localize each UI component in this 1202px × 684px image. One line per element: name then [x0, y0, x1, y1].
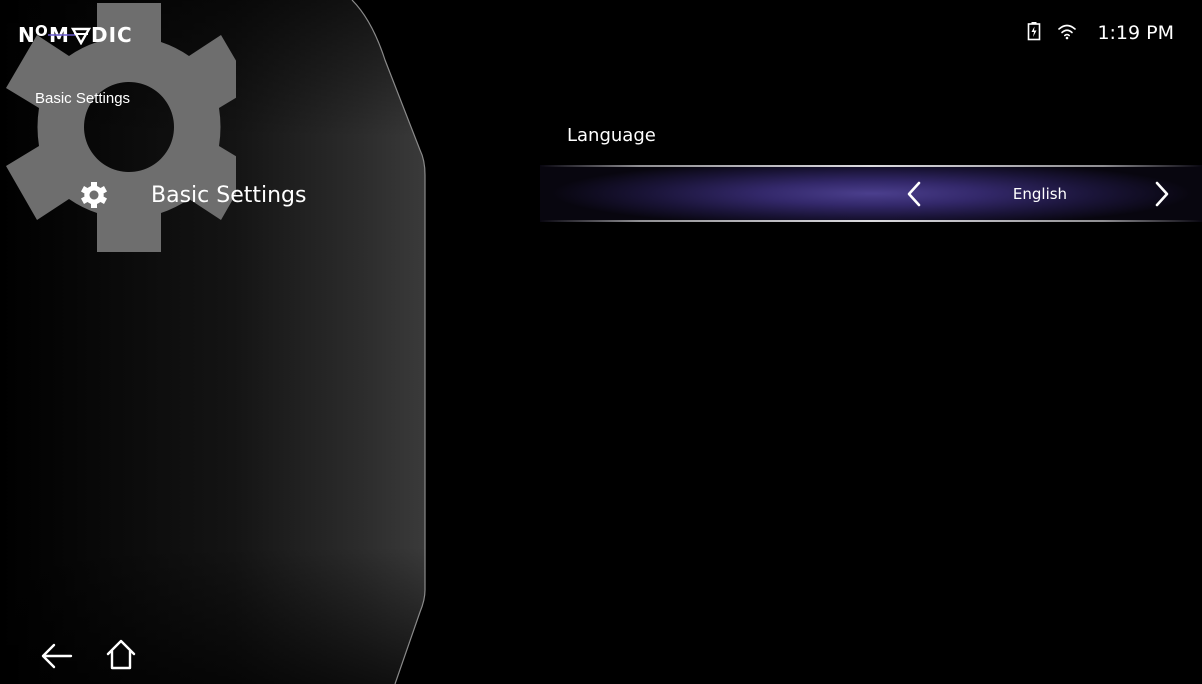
wifi-icon: [1057, 22, 1077, 44]
nomadic-logo: N O M DIC: [18, 22, 133, 45]
sidebar-item-label: Basic Settings: [151, 182, 307, 208]
sidebar-item-basic-settings[interactable]: Basic Settings: [78, 175, 306, 215]
status-bar: 1:19 PM: [1027, 17, 1174, 49]
svg-text:DIC: DIC: [91, 23, 133, 45]
language-selector[interactable]: English: [540, 165, 1202, 222]
svg-text:O: O: [35, 22, 49, 40]
language-value: English: [1012, 184, 1068, 203]
svg-text:M: M: [49, 23, 70, 45]
home-icon[interactable]: [102, 635, 140, 673]
settings-screen: N O M DIC Basic Settings Basic Settings: [0, 0, 1202, 684]
language-label: Language: [567, 125, 656, 146]
breadcrumb: Basic Settings: [35, 90, 131, 107]
chevron-left-icon[interactable]: [900, 179, 928, 209]
chevron-right-icon[interactable]: [1148, 179, 1176, 209]
clock: 1:19 PM: [1097, 22, 1174, 44]
brand-logo: N O M DIC: [18, 17, 136, 49]
svg-text:N: N: [18, 23, 36, 45]
back-arrow-icon[interactable]: [38, 638, 74, 674]
gear-icon: [78, 179, 110, 211]
battery-charging-icon: [1027, 21, 1041, 45]
